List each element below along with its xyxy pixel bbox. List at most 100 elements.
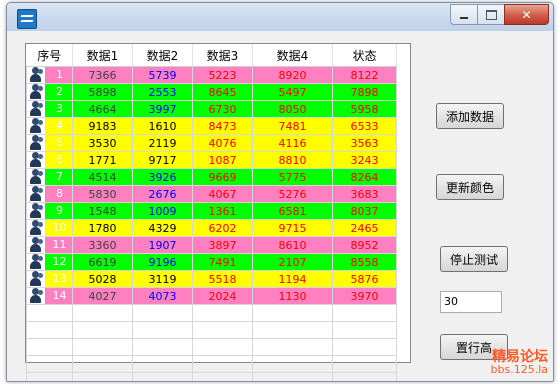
column-header[interactable]: 数据3 bbox=[192, 44, 253, 67]
table-cell[interactable]: 5775 bbox=[252, 168, 333, 186]
table-cell[interactable]: 1361 bbox=[192, 202, 253, 220]
table-cell[interactable]: 8050 bbox=[252, 100, 333, 118]
table-cell[interactable]: 5028 bbox=[72, 270, 133, 288]
data-grid[interactable]: 序号 数据1 数据2 数据3 数据4 状态 1 7366 5739 5223 8920 8… bbox=[25, 43, 411, 381]
table-cell[interactable]: 7481 bbox=[252, 117, 333, 135]
table-cell[interactable]: 1610 bbox=[132, 117, 193, 135]
table-cell[interactable]: 5898 bbox=[72, 83, 133, 101]
table-cell[interactable]: 1771 bbox=[72, 151, 133, 169]
table-cell[interactable]: 6730 bbox=[192, 100, 253, 118]
table-row[interactable]: 14 4027 4073 2024 1130 3970 bbox=[26, 287, 397, 305]
table-cell[interactable]: 5276 bbox=[252, 185, 333, 203]
table-row[interactable]: 10 1780 4329 6202 9715 2465 bbox=[26, 219, 397, 237]
table-cell[interactable]: 6581 bbox=[252, 202, 333, 220]
table-cell[interactable]: 3119 bbox=[132, 270, 193, 288]
table-row[interactable]: 7 4514 3926 9669 5775 8264 bbox=[26, 168, 397, 186]
row-index-cell[interactable]: 6 bbox=[26, 151, 73, 169]
row-index-cell[interactable]: 2 bbox=[26, 83, 73, 101]
table-row[interactable]: 8 5830 2676 4067 5276 3683 bbox=[26, 185, 397, 203]
table-cell[interactable]: 8473 bbox=[192, 117, 253, 135]
table-row[interactable]: 3 4664 3997 6730 8050 5958 bbox=[26, 100, 397, 118]
table-cell[interactable]: 7491 bbox=[192, 253, 253, 271]
table-cell[interactable]: 5223 bbox=[192, 66, 253, 84]
count-input[interactable]: 30 bbox=[440, 291, 502, 313]
table-cell[interactable]: 2676 bbox=[132, 185, 193, 203]
table-cell[interactable]: 1780 bbox=[72, 219, 133, 237]
table-row[interactable]: 12 6619 9196 7491 2107 8558 bbox=[26, 253, 397, 271]
table-cell[interactable]: 7898 bbox=[332, 83, 397, 101]
table-cell[interactable]: 5497 bbox=[252, 83, 333, 101]
table-cell[interactable]: 4664 bbox=[72, 100, 133, 118]
table-cell[interactable]: 5739 bbox=[132, 66, 193, 84]
table-cell[interactable]: 3243 bbox=[332, 151, 397, 169]
update-color-button[interactable]: 更新颜色 bbox=[436, 174, 504, 200]
table-cell[interactable]: 7366 bbox=[72, 66, 133, 84]
table-cell[interactable]: 1548 bbox=[72, 202, 133, 220]
table-cell[interactable]: 9669 bbox=[192, 168, 253, 186]
table-cell[interactable]: 8810 bbox=[252, 151, 333, 169]
table-cell[interactable]: 6533 bbox=[332, 117, 397, 135]
table-cell[interactable]: 4329 bbox=[132, 219, 193, 237]
column-header[interactable]: 数据2 bbox=[132, 44, 193, 67]
column-header[interactable]: 状态 bbox=[332, 44, 397, 67]
column-header[interactable]: 序号 bbox=[26, 44, 73, 67]
table-cell[interactable]: 4076 bbox=[192, 134, 253, 152]
table-cell[interactable]: 2465 bbox=[332, 219, 397, 237]
table-cell[interactable]: 3926 bbox=[132, 168, 193, 186]
table-cell[interactable]: 9715 bbox=[252, 219, 333, 237]
table-row[interactable]: 4 9183 1610 8473 7481 6533 bbox=[26, 117, 397, 135]
table-row[interactable]: 13 5028 3119 5518 1194 5876 bbox=[26, 270, 397, 288]
table-cell[interactable]: 8952 bbox=[332, 236, 397, 254]
table-cell[interactable]: 1194 bbox=[252, 270, 333, 288]
table-cell[interactable]: 9196 bbox=[132, 253, 193, 271]
table-cell[interactable]: 9183 bbox=[72, 117, 133, 135]
minimize-button[interactable] bbox=[450, 4, 477, 25]
table-row[interactable]: 9 1548 1009 1361 6581 8037 bbox=[26, 202, 397, 220]
table-cell[interactable]: 4116 bbox=[252, 134, 333, 152]
table-cell[interactable]: 3530 bbox=[72, 134, 133, 152]
table-cell[interactable]: 1907 bbox=[132, 236, 193, 254]
row-index-cell[interactable]: 13 bbox=[26, 270, 73, 288]
table-cell[interactable]: 8645 bbox=[192, 83, 253, 101]
table-cell[interactable]: 6202 bbox=[192, 219, 253, 237]
table-cell[interactable]: 8037 bbox=[332, 202, 397, 220]
table-cell[interactable]: 8920 bbox=[252, 66, 333, 84]
row-index-cell[interactable]: 12 bbox=[26, 253, 73, 271]
table-cell[interactable]: 3683 bbox=[332, 185, 397, 203]
table-cell[interactable]: 5830 bbox=[72, 185, 133, 203]
close-button[interactable]: ✕ bbox=[504, 4, 549, 25]
table-cell[interactable]: 4514 bbox=[72, 168, 133, 186]
row-index-cell[interactable]: 5 bbox=[26, 134, 73, 152]
table-cell[interactable]: 3997 bbox=[132, 100, 193, 118]
table-cell[interactable]: 4067 bbox=[192, 185, 253, 203]
table-cell[interactable]: 3563 bbox=[332, 134, 397, 152]
table-cell[interactable]: 2024 bbox=[192, 287, 253, 305]
table-cell[interactable]: 8122 bbox=[332, 66, 397, 84]
table-cell[interactable]: 4027 bbox=[72, 287, 133, 305]
column-header[interactable]: 数据1 bbox=[72, 44, 133, 67]
table-cell[interactable]: 9717 bbox=[132, 151, 193, 169]
stop-test-button[interactable]: 停止测试 bbox=[440, 246, 508, 272]
column-header[interactable]: 数据4 bbox=[252, 44, 333, 67]
table-row[interactable]: 2 5898 2553 8645 5497 7898 bbox=[26, 83, 397, 101]
table-cell[interactable]: 3897 bbox=[192, 236, 253, 254]
table-cell[interactable]: 5876 bbox=[332, 270, 397, 288]
row-index-cell[interactable]: 1 bbox=[26, 66, 73, 84]
row-index-cell[interactable]: 10 bbox=[26, 219, 73, 237]
row-index-cell[interactable]: 4 bbox=[26, 117, 73, 135]
table-cell[interactable]: 3970 bbox=[332, 287, 397, 305]
table-cell[interactable]: 3360 bbox=[72, 236, 133, 254]
row-index-cell[interactable]: 7 bbox=[26, 168, 73, 186]
title-bar[interactable]: ✕ bbox=[7, 3, 553, 31]
add-data-button[interactable]: 添加数据 bbox=[436, 103, 504, 129]
row-index-cell[interactable]: 14 bbox=[26, 287, 73, 305]
table-row[interactable]: 6 1771 9717 1087 8810 3243 bbox=[26, 151, 397, 169]
table-cell[interactable]: 2553 bbox=[132, 83, 193, 101]
table-cell[interactable]: 1130 bbox=[252, 287, 333, 305]
table-cell[interactable]: 4073 bbox=[132, 287, 193, 305]
table-row[interactable]: 5 3530 2119 4076 4116 3563 bbox=[26, 134, 397, 152]
row-index-cell[interactable]: 8 bbox=[26, 185, 73, 203]
table-cell[interactable]: 8558 bbox=[332, 253, 397, 271]
table-cell[interactable]: 1087 bbox=[192, 151, 253, 169]
table-cell[interactable]: 8264 bbox=[332, 168, 397, 186]
